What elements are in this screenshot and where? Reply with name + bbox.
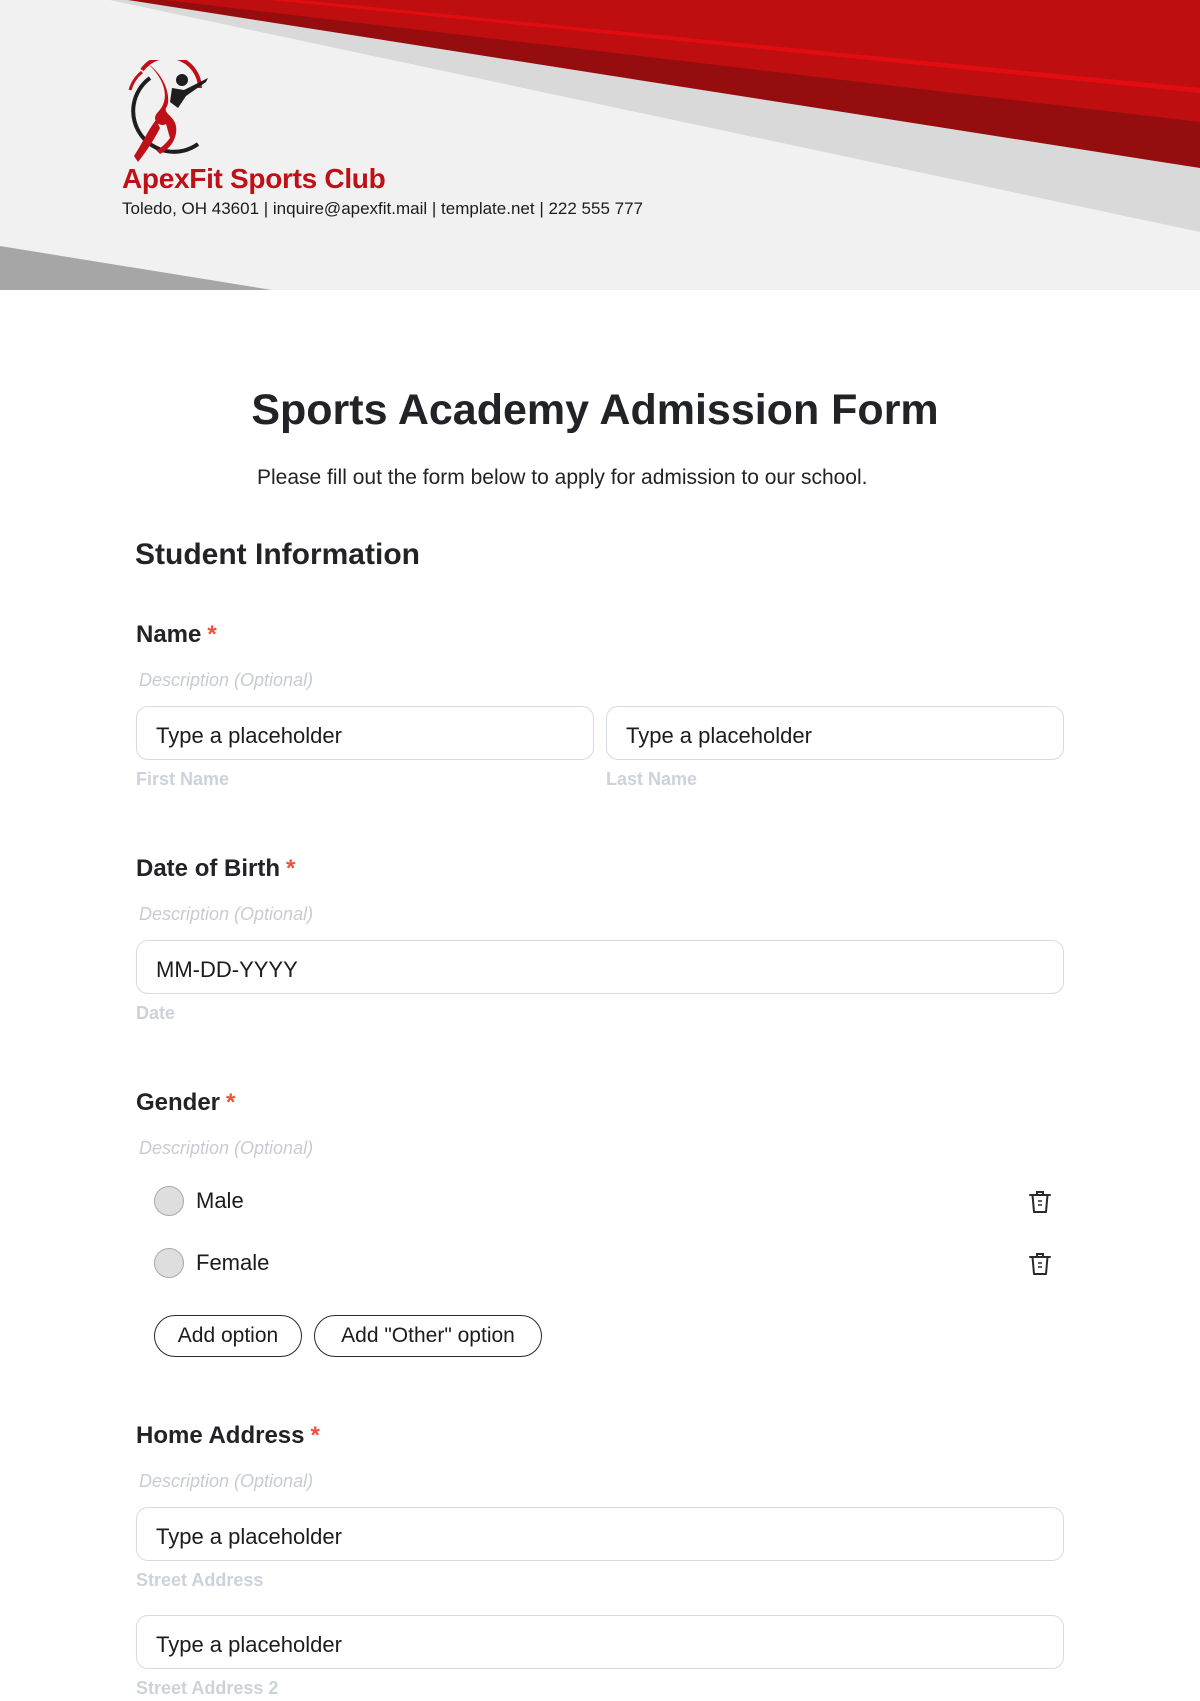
street-address-2-input[interactable]: Type a placeholder (136, 1615, 1064, 1669)
date-placeholder: MM-DD-YYYY (156, 957, 298, 982)
radio-label[interactable]: Male (196, 1188, 244, 1214)
radio-button[interactable] (154, 1186, 184, 1216)
last-name-placeholder: Type a placeholder (626, 723, 812, 748)
question-label-dob: Date of Birth * (136, 855, 295, 883)
required-asterisk: * (310, 1422, 320, 1449)
radio-option-male[interactable]: Male (154, 1186, 244, 1216)
trash-icon[interactable] (1028, 1189, 1052, 1215)
label-text: Gender (136, 1089, 221, 1116)
label-text: Date of Birth (136, 855, 280, 882)
required-asterisk: * (207, 621, 217, 648)
street-address-2-placeholder: Type a placeholder (156, 1632, 342, 1657)
letterhead-header: ApexFit Sports Club Toledo, OH 43601 | i… (0, 0, 1200, 290)
question-label-name: Name * (136, 621, 217, 649)
last-name-sublabel: Last Name (606, 769, 698, 789)
brand-contact-line: Toledo, OH 43601 | inquire@apexfit.mail … (122, 199, 643, 218)
label-text: Home Address (136, 1422, 305, 1449)
form-subtitle: Please fill out the form below to apply … (257, 466, 868, 489)
question-description-dob[interactable]: Description (Optional) (139, 904, 313, 925)
question-label-gender: Gender * (136, 1089, 235, 1117)
date-sublabel: Date (136, 1003, 176, 1023)
question-description-name[interactable]: Description (Optional) (139, 670, 313, 691)
section-title-student-information: Student Information (135, 538, 420, 571)
question-description-address[interactable]: Description (Optional) (139, 1471, 313, 1492)
label-text: Name (136, 621, 202, 648)
required-asterisk: * (226, 1089, 236, 1116)
street-address-sublabel: Street Address (136, 1570, 264, 1590)
question-label-home-address: Home Address * (136, 1422, 320, 1450)
street-address-2-sublabel: Street Address 2 (136, 1678, 279, 1698)
form-title-text: Sports Academy Admission Form (251, 386, 939, 434)
date-of-birth-input[interactable]: MM-DD-YYYY (136, 940, 1064, 994)
form-title: Sports Academy Admission Form (0, 386, 1200, 435)
first-name-sublabel: First Name (136, 769, 230, 789)
trash-icon[interactable] (1028, 1251, 1052, 1277)
required-asterisk: * (286, 855, 296, 882)
first-name-input[interactable]: Type a placeholder (136, 706, 594, 760)
radio-label[interactable]: Female (196, 1250, 269, 1276)
radio-button[interactable] (154, 1248, 184, 1278)
add-other-option-button[interactable]: Add "Other" option (314, 1315, 542, 1357)
street-address-placeholder: Type a placeholder (156, 1524, 342, 1549)
add-option-button[interactable]: Add option (154, 1315, 302, 1357)
last-name-input[interactable]: Type a placeholder (606, 706, 1064, 760)
street-address-input[interactable]: Type a placeholder (136, 1507, 1064, 1561)
first-name-placeholder: Type a placeholder (156, 723, 342, 748)
radio-option-female[interactable]: Female (154, 1248, 269, 1278)
brand-name: ApexFit Sports Club (122, 163, 386, 194)
question-description-gender[interactable]: Description (Optional) (139, 1138, 313, 1159)
header-corner-gray (0, 246, 272, 290)
apexfit-logo-icon (128, 60, 208, 162)
